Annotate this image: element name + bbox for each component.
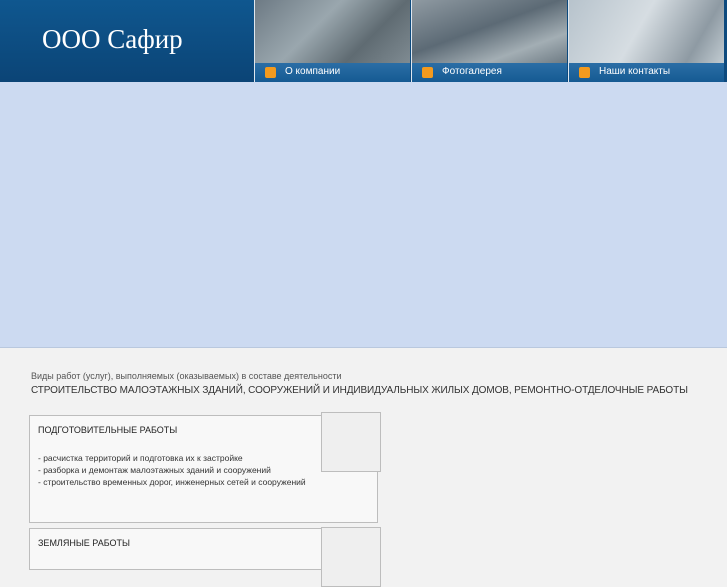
nav-tile-contacts[interactable]: Наши контакты xyxy=(568,0,724,82)
nav-tile-gallery[interactable]: Фотогалерея xyxy=(411,0,567,82)
nav-link-about[interactable]: О компании xyxy=(285,66,340,77)
card-title: ЗЕМЛЯНЫЕ РАБОТЫ xyxy=(38,538,130,548)
nav-bar[interactable]: Наши контакты xyxy=(569,63,724,82)
banner xyxy=(0,82,727,348)
bullet-square-icon xyxy=(265,67,276,78)
bullet-square-icon xyxy=(579,67,590,78)
card-thumbnail xyxy=(321,412,381,472)
workers-photo[interactable] xyxy=(255,0,410,63)
nav-bar[interactable]: Фотогалерея xyxy=(412,63,567,82)
list-item: - строительство временных дорог, инженер… xyxy=(38,477,306,487)
logo-area: ООО Сафир xyxy=(0,0,254,82)
header: ООО Сафир О компании Фотогалерея Наши ко… xyxy=(0,0,727,82)
operator-photo[interactable] xyxy=(569,0,724,63)
activity-heading: СТРОИТЕЛЬСТВО МАЛОЭТАЖНЫХ ЗДАНИЙ, СООРУЖ… xyxy=(31,385,688,396)
bullet-square-icon xyxy=(422,67,433,78)
nav-link-gallery[interactable]: Фотогалерея xyxy=(442,66,502,77)
services-intro: Виды работ (услуг), выполняемых (оказыва… xyxy=(31,371,342,381)
card-thumbnail xyxy=(321,527,381,587)
card-title: ПОДГОТОВИТЕЛЬНЫЕ РАБОТЫ xyxy=(38,425,178,435)
list-item: - расчистка территорий и подготовка их к… xyxy=(38,453,243,463)
nav-bar[interactable]: О компании xyxy=(255,63,410,82)
site-logo[interactable]: ООО Сафир xyxy=(42,24,183,55)
nav-link-contacts[interactable]: Наши контакты xyxy=(599,66,670,77)
nav-tile-about[interactable]: О компании xyxy=(254,0,410,82)
card-list: - расчистка территорий и подготовка их к… xyxy=(38,452,306,488)
list-item: - разборка и демонтаж малоэтажных зданий… xyxy=(38,465,271,475)
gallery-photo[interactable] xyxy=(412,0,567,63)
